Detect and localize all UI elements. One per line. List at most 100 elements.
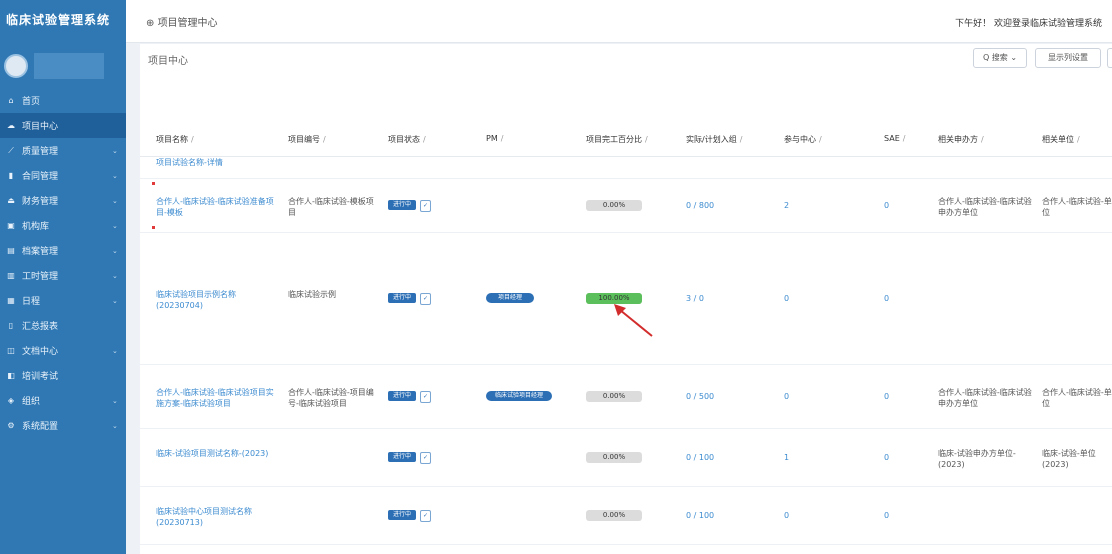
- table-row[interactable]: 合作人-临床试验-临床试验项目实施方案-临床试验项目 合作人-临床试验-项目编号-…: [140, 366, 1112, 429]
- column-header[interactable]: 项目完工百分比 /: [586, 134, 648, 145]
- breadcrumb-label: 项目管理中心: [157, 18, 218, 29]
- column-header-label: 项目名称: [156, 135, 188, 144]
- sidebar-item-13[interactable]: ◈ 组织 ⌄: [0, 388, 126, 413]
- sidebar-item-6[interactable]: ▣ 机构库 ⌄: [0, 213, 126, 238]
- greeting-text: 下午好！ 欢迎登录临床试验管理系统: [955, 19, 1102, 29]
- edit-status-icon[interactable]: ✓: [420, 452, 431, 464]
- edit-status-icon[interactable]: ✓: [420, 293, 431, 305]
- annotation-arrow-icon: [614, 304, 653, 337]
- sort-icon[interactable]: /: [423, 135, 426, 144]
- enrollment-count: 0 / 800: [686, 201, 715, 210]
- column-header-label: SAE: [884, 134, 900, 143]
- menu-icon[interactable]: ⊕: [146, 18, 158, 29]
- column-header[interactable]: 项目名称 /: [156, 134, 194, 145]
- unit-name: 临床-试验-单位(2023): [1042, 449, 1096, 469]
- sidebar-item-label: 机构库: [22, 222, 50, 232]
- user-name-block: [34, 53, 104, 79]
- column-header[interactable]: SAE /: [884, 134, 905, 143]
- table-header: 项目名称 / 项目编号 / 项目状态 / PM / 项目完工百分比 / 实际/计划入组 / 参与中心 / S…: [140, 124, 1112, 157]
- column-header-label: 项目编号: [288, 135, 320, 144]
- search-button[interactable]: Q 搜索 ⌄: [973, 48, 1027, 68]
- sidebar-item-1[interactable]: ⌂ 首页: [0, 88, 126, 113]
- project-code: 合作人-临床试验-模板项目: [288, 197, 374, 217]
- sidebar-item-label: 质量管理: [22, 147, 59, 157]
- home-icon: ⌂: [8, 96, 14, 105]
- unit-name: 合作人-临床试验-单位: [1042, 388, 1112, 408]
- sidebar-item-8[interactable]: ▥ 工时管理 ⌄: [0, 263, 126, 288]
- sidebar-item-11[interactable]: ◫ 文档中心 ⌄: [0, 338, 126, 363]
- chevron-down-icon: ⌄: [112, 246, 118, 255]
- project-name-link[interactable]: 临床-试验项目测试名称-(2023): [156, 448, 280, 459]
- column-header[interactable]: 相关申办方 /: [938, 134, 984, 145]
- sort-icon[interactable]: /: [501, 134, 504, 143]
- unit-name: 合作人-临床试验-单位: [1042, 197, 1112, 217]
- sidebar-item-10[interactable]: ▯ 汇总报表: [0, 313, 126, 338]
- sidebar-menu: ⌂ 首页 ☁ 项目中心 ⟋ 质量管理 ⌄ ▮ 合同管理 ⌄ ⏏ 财务管理 ⌄ ▣ 机构库 ⌄ ▤ 档案管理 ⌄ ▥ 工时…: [0, 88, 126, 438]
- center-count: 0: [784, 511, 790, 520]
- finance-icon: ⏏: [7, 196, 15, 205]
- sidebar-item-5[interactable]: ⏏ 财务管理 ⌄: [0, 188, 126, 213]
- progress-text: 0.00%: [602, 453, 626, 461]
- contract-icon: ▮: [8, 171, 14, 180]
- table-row[interactable]: 临床-试验项目测试名称-(2023) 进行中 ✓ 0.00% 0 / 100 1 0 临床-试…: [140, 430, 1112, 487]
- sidebar: 临床试验管理系统 ⌂ 首页 ☁ 项目中心 ⟋ 质量管理 ⌄ ▮ 合同管理 ⌄ ⏏ 财务管理 ⌄ ▣ 机构库 ⌄…: [0, 0, 126, 554]
- sidebar-item-3[interactable]: ⟋ 质量管理 ⌄: [0, 138, 126, 163]
- chart-icon: ⟋: [8, 145, 14, 155]
- user-panel: [0, 44, 126, 88]
- sidebar-item-7[interactable]: ▤ 档案管理 ⌄: [0, 238, 126, 263]
- sort-icon[interactable]: /: [740, 135, 743, 144]
- edit-status-icon[interactable]: ✓: [420, 391, 431, 403]
- center-count: 2: [784, 201, 790, 210]
- project-name-link[interactable]: 项目试验名称-详情: [156, 157, 280, 168]
- red-marker: [152, 182, 155, 185]
- chevron-down-icon: ⌄: [112, 221, 118, 230]
- column-header[interactable]: PM /: [486, 134, 503, 143]
- column-header-label: 项目状态: [388, 135, 420, 144]
- project-name-link[interactable]: 临床试验中心项目测试名称(20230713): [156, 506, 280, 528]
- sort-icon[interactable]: /: [903, 134, 906, 143]
- sort-icon[interactable]: /: [191, 135, 194, 144]
- sidebar-item-14[interactable]: ⚙ 系统配置 ⌄: [0, 413, 126, 438]
- sort-icon[interactable]: /: [323, 135, 326, 144]
- org-icon: ◈: [7, 396, 15, 405]
- table-row[interactable]: 项目试验名称-详情: [140, 156, 1112, 179]
- project-name-link[interactable]: 临床试验项目示例名称(20230704): [156, 289, 280, 311]
- chevron-down-icon: ⌄: [112, 421, 118, 430]
- edit-status-icon[interactable]: ✓: [420, 200, 431, 212]
- sidebar-item-2[interactable]: ☁ 项目中心: [0, 113, 126, 138]
- column-settings-button[interactable]: 显示列设置: [1035, 48, 1101, 68]
- sort-icon[interactable]: /: [645, 135, 648, 144]
- column-header[interactable]: 项目状态 /: [388, 134, 426, 145]
- column-header-label: PM: [486, 134, 498, 143]
- avatar[interactable]: [4, 54, 28, 78]
- sidebar-item-4[interactable]: ▮ 合同管理 ⌄: [0, 163, 126, 188]
- column-header[interactable]: 相关单位 /: [1042, 134, 1080, 145]
- sort-icon[interactable]: /: [981, 135, 984, 144]
- report-icon: ▯: [8, 321, 14, 330]
- project-code: 临床试验示例: [288, 290, 336, 299]
- column-header[interactable]: 实际/计划入组 /: [686, 134, 742, 145]
- column-header-label: 相关申办方: [938, 135, 978, 144]
- chevron-down-icon: ⌄: [112, 271, 118, 280]
- status-badge: 进行中: [388, 293, 416, 303]
- sidebar-item-12[interactable]: ◧ 培训考试: [0, 363, 126, 388]
- column-header[interactable]: 项目编号 /: [288, 134, 326, 145]
- sort-icon[interactable]: /: [1077, 135, 1080, 144]
- sort-icon[interactable]: /: [819, 135, 822, 144]
- table-row[interactable]: 合作人-临床试验-临床试验准备项目-模板 合作人-临床试验-模板项目 进行中 ✓ 0.0…: [140, 180, 1112, 233]
- edit-status-icon[interactable]: ✓: [420, 510, 431, 522]
- breadcrumb: ⊕ 项目管理中心: [146, 14, 218, 29]
- project-name-link[interactable]: 合作人-临床试验-临床试验准备项目-模板: [156, 196, 280, 218]
- red-marker: [152, 226, 155, 229]
- column-header-label: 实际/计划入组: [686, 135, 737, 144]
- column-header-label: 项目完工百分比: [586, 135, 642, 144]
- sidebar-item-9[interactable]: ▦ 日程 ⌄: [0, 288, 126, 313]
- sponsor-name: 临床-试验申办方单位-(2023): [938, 449, 1016, 469]
- project-name-link[interactable]: 合作人-临床试验-临床试验项目实施方案-临床试验项目: [156, 387, 280, 409]
- more-button[interactable]: [1107, 48, 1112, 68]
- app-title: 临床试验管理系统: [6, 13, 111, 27]
- table-row[interactable]: 临床试验中心项目测试名称(20230713) 进行中 ✓ 0.00% 0 / 100 0 0: [140, 488, 1112, 545]
- sidebar-item-label: 汇总报表: [22, 322, 59, 332]
- sponsor-name: 合作人-临床试验-临床试验申办方单位: [938, 388, 1032, 408]
- column-header[interactable]: 参与中心 /: [784, 134, 822, 145]
